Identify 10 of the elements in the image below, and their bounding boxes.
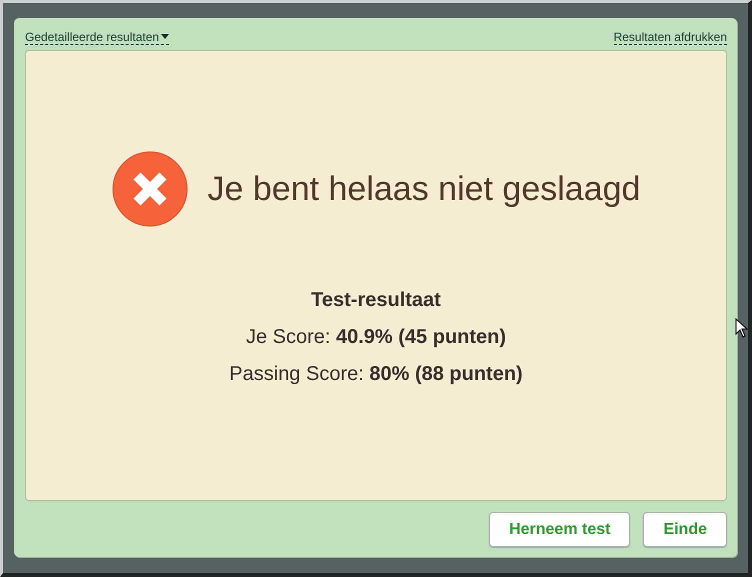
score-line: Passing Score: 80% (88 punten) [229, 363, 523, 386]
finish-button[interactable]: Einde [643, 512, 727, 547]
print-link[interactable]: Resultaten afdrukken [614, 30, 727, 44]
score-line: Je Score: 40.9% (45 punten) [246, 326, 506, 349]
result-message: Je bent helaas niet geslaagd [208, 170, 640, 208]
details-link[interactable]: Gedetailleerde resultaten [25, 30, 170, 44]
retake-button[interactable]: Herneem test [489, 512, 630, 547]
mouse-cursor-icon [735, 318, 749, 338]
results-title: Test-resultaat [311, 289, 441, 312]
caret-icon [161, 34, 170, 39]
